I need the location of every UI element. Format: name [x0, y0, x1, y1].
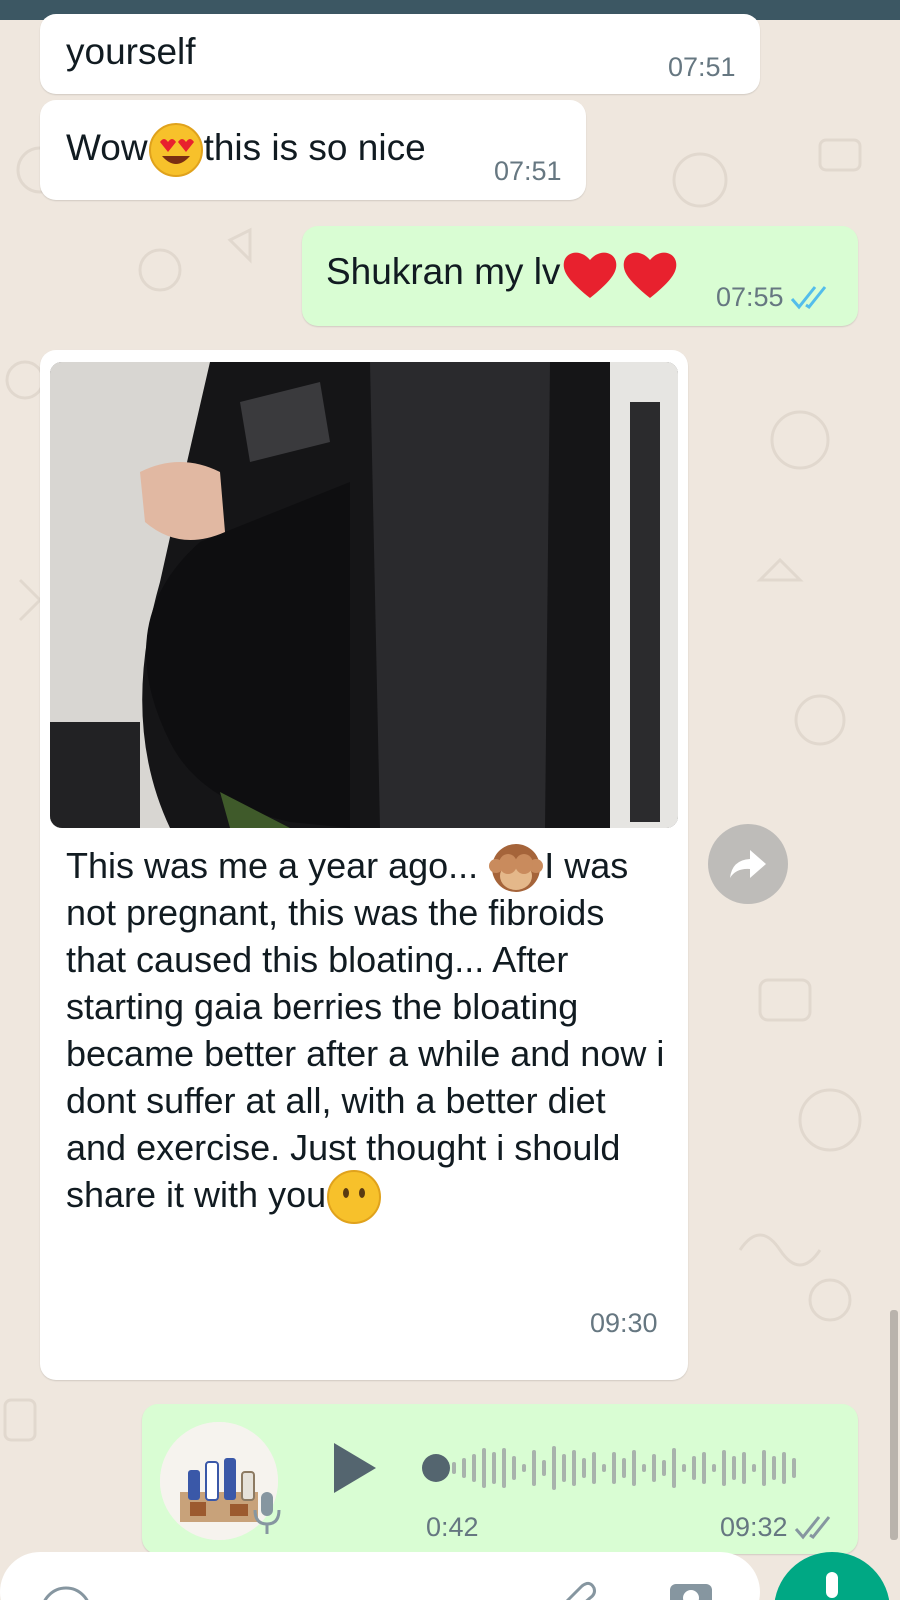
- scrollbar[interactable]: [890, 1310, 898, 1540]
- message-caption: This was me a year ago... I was not preg…: [66, 842, 666, 1225]
- message-bubble-incoming[interactable]: Wow this is so nice 07:51: [40, 100, 586, 200]
- double-tick-icon: [790, 285, 826, 309]
- heart-eyes-emoji: [148, 123, 203, 178]
- see-no-evil-monkey-emoji: [489, 844, 544, 893]
- caption-body: was not pregnant, this was the fibroids …: [66, 845, 665, 1168]
- photo-content: [50, 362, 678, 828]
- voice-duration: 0:42: [426, 1512, 479, 1542]
- message-time: 09:32: [720, 1512, 836, 1543]
- double-tick-icon: [794, 1515, 830, 1539]
- message-time: 07:51: [494, 156, 562, 186]
- emoji-icon[interactable]: [36, 1582, 96, 1600]
- camera-icon[interactable]: [666, 1574, 716, 1600]
- red-heart-emoji: [624, 252, 677, 299]
- caption-after-emoji: I: [544, 845, 555, 886]
- message-bubble-incoming-image[interactable]: This was me a year ago... I was not preg…: [40, 350, 688, 1380]
- message-input-bar[interactable]: [0, 1552, 760, 1600]
- message-time: 07:51: [668, 52, 736, 82]
- message-text-before: Wow: [66, 127, 148, 168]
- red-heart-emoji: [564, 252, 617, 299]
- play-icon[interactable]: [330, 1440, 380, 1496]
- message-bubble-outgoing-voice[interactable]: 0:42 09:32: [142, 1404, 858, 1554]
- voice-waveform[interactable]: [422, 1438, 822, 1498]
- message-bubble-incoming[interactable]: yourself 07:51: [40, 14, 760, 94]
- message-bubble-outgoing[interactable]: Shukran my lv 07:55: [302, 226, 858, 326]
- message-text-after: this is so nice: [203, 127, 426, 168]
- no-mouth-face-emoji: [327, 1170, 382, 1225]
- mic-icon: [253, 1492, 281, 1534]
- message-time: 07:55: [716, 282, 832, 313]
- caption-line1: This was me a year ago...: [66, 845, 489, 886]
- message-text: Shukran my lv: [326, 248, 680, 299]
- message-time-text: 09:32: [720, 1512, 788, 1542]
- message-time: 09:30: [590, 1308, 658, 1338]
- forward-icon: [730, 850, 766, 878]
- attach-icon[interactable]: [556, 1576, 600, 1600]
- message-text-body: Shukran my lv: [326, 251, 561, 292]
- forward-button[interactable]: [708, 824, 788, 904]
- message-photo[interactable]: [50, 362, 678, 828]
- message-text: yourself: [66, 31, 196, 72]
- message-time-text: 07:55: [716, 282, 784, 312]
- send-mic-icon: [826, 1572, 838, 1598]
- message-text: Wow this is so nice: [66, 123, 426, 178]
